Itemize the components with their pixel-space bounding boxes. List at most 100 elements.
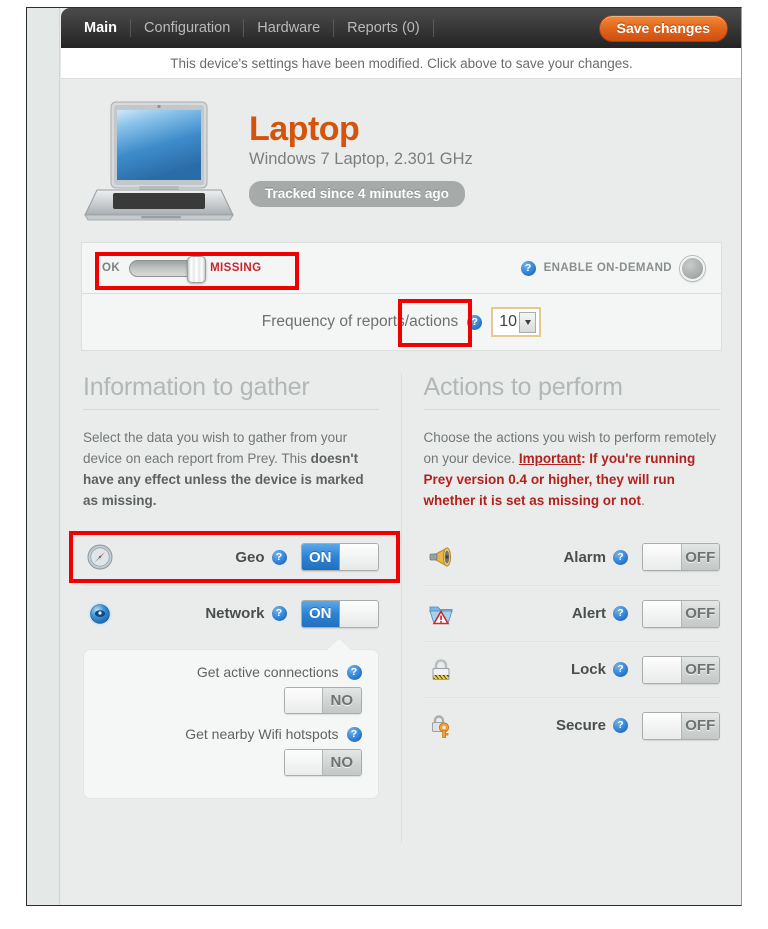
toggle-knob[interactable] [643,712,682,739]
settings-columns: Information to gather Select the data yo… [61,373,742,843]
important-underline: Important [518,451,582,466]
slider-track[interactable] [129,255,207,283]
setting-label-secure: Secure ? [556,717,642,734]
sub-label-wifi-hotspots: Get nearby Wifi hotspots ? [100,726,362,742]
actions-description: Choose the actions you wish to perform r… [423,430,717,508]
help-icon[interactable]: ? [520,260,536,276]
toggle-network[interactable]: ON [300,599,379,628]
information-to-gather-column: Information to gather Select the data yo… [61,373,402,843]
megaphone-icon [424,545,458,569]
alert-folder-icon [424,602,458,626]
compass-icon [83,544,117,570]
device-header: Laptop Windows 7 Laptop, 2.301 GHz Track… [61,79,741,242]
setting-label-alert: Alert ? [572,605,642,622]
sub-label-active-connections: Get active connections ? [100,664,362,680]
slider-label-missing: MISSING [210,262,262,274]
alarm-label: Alarm [563,548,606,566]
actions-title: Actions to perform [423,373,720,410]
help-icon[interactable]: ? [467,314,483,330]
slider-knob[interactable] [187,255,207,283]
wifi-hotspots-label: Get nearby Wifi hotspots [185,726,339,742]
keys-icon [424,713,458,739]
sub-switch-wrap: NO [100,687,362,714]
device-spec: Windows 7 Laptop, 2.301 GHz [249,149,473,168]
toggle-wifi-hotspots[interactable]: NO [283,749,362,776]
frequency-value: 10 [499,313,518,330]
status-panel: OK MISSING ? ENABLE ON-DEMAND [81,242,722,294]
setting-row-geo[interactable]: Geo ? ON [69,529,400,585]
help-icon[interactable]: ? [271,606,287,621]
browser-window: Main Configuration Hardware Reports (0) … [26,7,742,906]
enable-on-demand-control[interactable]: ? ENABLE ON-DEMAND [520,255,705,281]
status-badge: Tracked since 4 minutes ago [249,180,465,207]
toggle-secure-state: OFF [681,712,719,739]
toggle-network-state: ON [301,600,339,627]
information-description-plain: Select the data you wish to gather from … [83,430,348,466]
frequency-panel: Frequency of reports/actions ? 10 [81,294,722,351]
information-title: Information to gather [83,373,379,410]
active-connections-label: Get active connections [196,664,339,680]
setting-row-alarm[interactable]: Alarm ? OFF [424,529,720,585]
toggle-alert[interactable]: OFF [642,599,720,628]
setting-row-alert[interactable]: Alert ? OFF [423,585,720,641]
tab-configuration[interactable]: Configuration [131,19,245,37]
help-icon[interactable]: ? [613,662,628,677]
toggle-knob[interactable] [339,600,378,627]
tab-main[interactable]: Main [71,19,132,37]
setting-label-geo: Geo ? [235,549,300,566]
information-description: Select the data you wish to gather from … [83,427,379,511]
sub-item-wifi-hotspots: Get nearby Wifi hotspots ? NO [100,726,362,776]
toggle-alert-state: OFF [681,600,719,627]
sub-switch-wrap: NO [100,749,362,776]
toggle-knob[interactable] [643,600,682,627]
alert-label: Alert [571,605,606,622]
setting-label-network: Network ? [205,605,300,622]
help-icon[interactable]: ? [346,664,362,680]
toggle-secure[interactable]: OFF [642,711,720,740]
settings-modified-notice: This device's settings have been modifie… [61,48,741,79]
help-icon[interactable]: ? [613,549,628,565]
setting-row-lock[interactable]: Lock ? OFF [423,641,720,697]
setting-label-alarm: Alarm ? [563,549,642,566]
toggle-alarm[interactable]: OFF [642,543,720,571]
toggle-geo[interactable]: ON [300,543,379,571]
slider-label-ok: OK [102,262,121,274]
missing-status-slider[interactable]: OK MISSING [102,255,262,283]
save-changes-button[interactable]: Save changes [598,15,728,42]
geo-label: Geo [235,548,265,566]
device-meta: Laptop Windows 7 Laptop, 2.301 GHz Track… [249,111,473,211]
toggle-knob[interactable] [643,656,682,683]
help-icon[interactable]: ? [613,606,628,621]
toggle-knob[interactable] [284,688,323,713]
help-icon[interactable]: ? [271,549,287,565]
padlock-icon [424,657,458,683]
help-icon[interactable]: ? [613,718,628,733]
toggle-active-connections-state: NO [323,688,361,713]
network-label: Network [205,605,265,622]
tab-reports[interactable]: Reports (0) [334,19,434,37]
page-title: Laptop [249,109,360,148]
toggle-wifi-hotspots-state: NO [323,750,361,775]
chevron-down-icon[interactable] [519,311,537,333]
toggle-knob[interactable] [284,750,323,775]
enable-on-demand-label: ENABLE ON-DEMAND [543,262,672,274]
secure-label: Secure [555,717,606,734]
help-icon[interactable]: ? [346,726,362,742]
toggle-knob[interactable] [339,544,378,570]
tab-hardware[interactable]: Hardware [244,19,335,37]
tab-bar: Main Configuration Hardware Reports (0) … [61,8,741,48]
frequency-select[interactable]: 10 [491,307,542,337]
actions-to-perform-column: Actions to perform Choose the actions yo… [402,373,742,843]
page-body: Main Configuration Hardware Reports (0) … [61,8,742,905]
setting-label-lock: Lock ? [571,661,642,678]
toggle-knob[interactable] [643,544,682,570]
toggle-lock[interactable]: OFF [642,655,720,684]
globe-icon [83,601,117,627]
frequency-row: Frequency of reports/actions ? 10 [262,307,542,337]
enable-on-demand-toggle[interactable] [680,255,705,281]
toggle-active-connections[interactable]: NO [283,687,362,714]
lock-label: Lock [570,661,606,678]
setting-row-secure[interactable]: Secure ? OFF [423,697,720,753]
laptop-icon [83,98,235,223]
setting-row-network[interactable]: Network ? ON [83,585,379,641]
